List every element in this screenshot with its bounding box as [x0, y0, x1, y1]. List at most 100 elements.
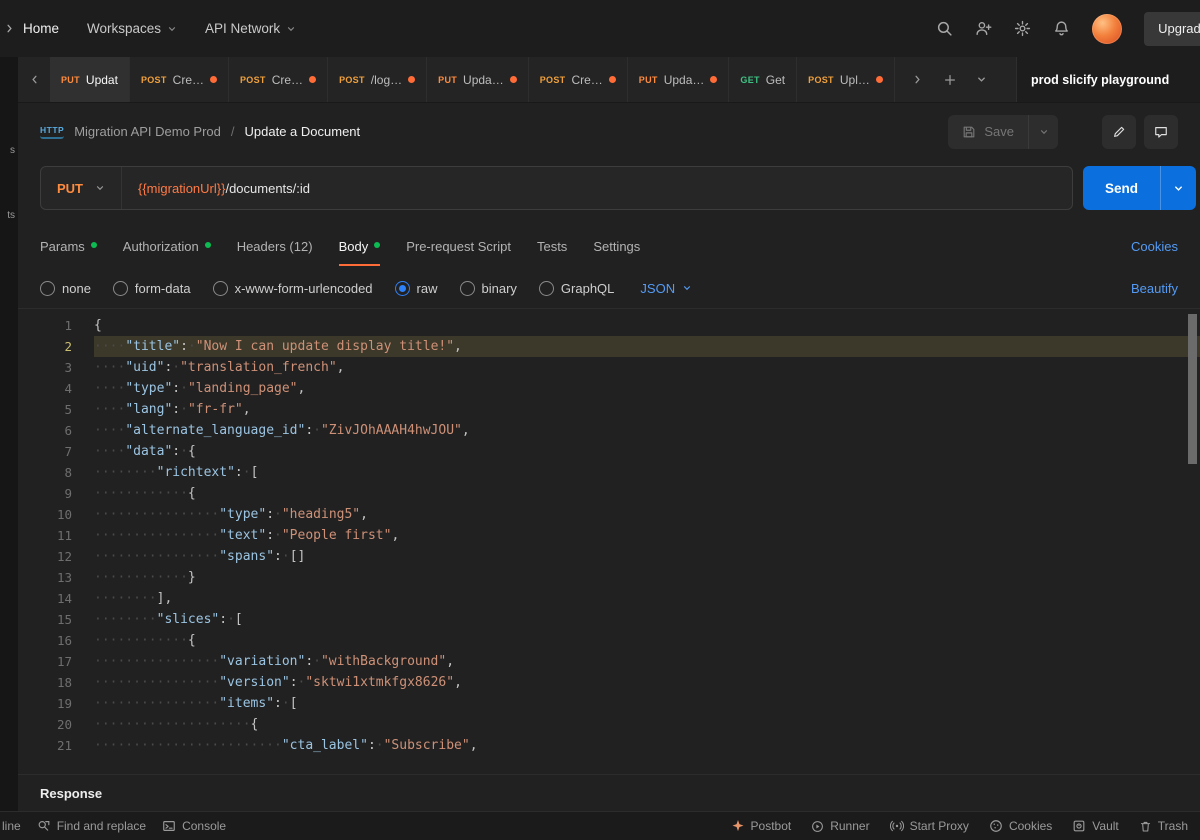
code-line[interactable]: 9············{ [18, 483, 1200, 504]
code-line[interactable]: 5····"lang":·"fr-fr", [18, 399, 1200, 420]
code-line[interactable]: 19················"items":·[ [18, 693, 1200, 714]
scroll-tabs-left-icon[interactable] [18, 57, 50, 102]
code-line[interactable]: 4····"type":·"landing_page", [18, 378, 1200, 399]
workspace-selector[interactable]: prod slicify playground [1016, 57, 1200, 102]
code-line[interactable]: 20····················{ [18, 714, 1200, 735]
settings-gear-icon[interactable] [1014, 20, 1031, 37]
body-type-graphql[interactable]: GraphQL [539, 281, 614, 296]
code-line[interactable]: 2····"title":·"Now I can update display … [18, 336, 1200, 357]
url-input[interactable]: {{migrationUrl}}/documents/:id [122, 181, 326, 196]
body-type-form-data[interactable]: form-data [113, 281, 191, 296]
comments-button[interactable] [1144, 115, 1178, 149]
body-type-none[interactable]: none [40, 281, 91, 296]
save-options-chevron-icon[interactable] [1028, 115, 1058, 149]
code-line[interactable]: 16············{ [18, 630, 1200, 651]
code-line[interactable]: 15········"slices":·[ [18, 609, 1200, 630]
method-selector[interactable]: PUT [41, 167, 122, 209]
request-tab[interactable]: PUTUpdat [50, 57, 130, 102]
nav-workspaces[interactable]: Workspaces [87, 21, 177, 36]
user-avatar[interactable] [1092, 14, 1122, 44]
statusbar-line[interactable]: line [2, 819, 21, 833]
code-line[interactable]: 17················"variation":·"withBack… [18, 651, 1200, 672]
body-type-binary[interactable]: binary [460, 281, 517, 296]
body-type-x-www-form-urlencoded[interactable]: x-www-form-urlencoded [213, 281, 373, 296]
notifications-bell-icon[interactable] [1053, 20, 1070, 37]
statusbar-console[interactable]: Console [162, 819, 226, 833]
request-tab[interactable]: POSTCre… [130, 57, 229, 102]
tab-title: Get [766, 73, 785, 87]
code-line[interactable]: 10················"type":·"heading5", [18, 504, 1200, 525]
subtab-settings[interactable]: Settings [593, 226, 640, 266]
tab-options-chevron-icon[interactable] [969, 67, 995, 93]
code-line[interactable]: 21························"cta_label":·"… [18, 735, 1200, 756]
beautify-link[interactable]: Beautify [1131, 281, 1178, 296]
send-button[interactable]: Send [1083, 166, 1160, 210]
code-line[interactable]: 14········], [18, 588, 1200, 609]
subtab-params[interactable]: Params [40, 226, 97, 266]
main-nav: Home Workspaces API Network [23, 21, 296, 36]
invite-user-icon[interactable] [975, 20, 992, 37]
breadcrumb-collection[interactable]: Migration API Demo Prod [74, 124, 221, 139]
statusbar-find-and-replace[interactable]: Find and replace [37, 819, 146, 833]
request-tab[interactable]: POST/log… [328, 57, 427, 102]
statusbar-vault[interactable]: Vault [1072, 819, 1118, 833]
subtab-headers-12[interactable]: Headers (12) [237, 226, 313, 266]
request-tab[interactable]: POSTCre… [229, 57, 328, 102]
line-number: 7 [18, 441, 94, 462]
statusbar-start-proxy[interactable]: Start Proxy [890, 819, 969, 833]
subtab-body[interactable]: Body [339, 226, 381, 266]
line-number: 15 [18, 609, 94, 630]
request-tab[interactable]: GETGet [729, 57, 797, 102]
statusbar-trash[interactable]: Trash [1139, 819, 1188, 833]
upgrade-button[interactable]: Upgrade [1144, 12, 1200, 46]
expand-sidebar-icon[interactable] [4, 23, 15, 34]
code-line[interactable]: 6····"alternate_language_id":·"ZivJOhAAA… [18, 420, 1200, 441]
subtab-authorization[interactable]: Authorization [123, 226, 211, 266]
request-tab[interactable]: PUTUpda… [628, 57, 730, 102]
code-line[interactable]: 13············} [18, 567, 1200, 588]
breadcrumb-request-name[interactable]: Update a Document [245, 124, 361, 139]
rename-request-button[interactable] [1102, 115, 1136, 149]
body-editor[interactable]: 1{2····"title":·"Now I can update displa… [18, 308, 1200, 774]
save-button[interactable]: Save [948, 115, 1028, 149]
response-section-header[interactable]: Response [18, 774, 1200, 811]
save-button-label: Save [984, 124, 1014, 139]
code-line[interactable]: 7····"data":·{ [18, 441, 1200, 462]
line-number: 8 [18, 462, 94, 483]
line-number: 9 [18, 483, 94, 504]
code-line[interactable]: 12················"spans":·[] [18, 546, 1200, 567]
statusbar-label: Vault [1092, 819, 1118, 833]
code-text: ············{ [94, 630, 1200, 651]
nav-api-network[interactable]: API Network [205, 21, 296, 36]
nav-home[interactable]: Home [23, 21, 59, 36]
code-line[interactable]: 1{ [18, 315, 1200, 336]
subtab-tests[interactable]: Tests [537, 226, 567, 266]
tab-method-label: PUT [438, 75, 457, 85]
request-tab[interactable]: POSTUpl… [797, 57, 895, 102]
statusbar-postbot[interactable]: Postbot [731, 819, 792, 833]
new-tab-icon[interactable] [937, 67, 963, 93]
send-options-chevron-icon[interactable] [1160, 166, 1196, 210]
tab-tools [895, 57, 1005, 102]
statusbar-runner[interactable]: Runner [811, 819, 869, 833]
code-line[interactable]: 8········"richtext":·[ [18, 462, 1200, 483]
comment-bubble-icon [1154, 125, 1168, 139]
request-tab[interactable]: PUTUpda… [427, 57, 529, 102]
scroll-tabs-right-icon[interactable] [905, 67, 931, 93]
statusbar-label: Postbot [751, 819, 792, 833]
search-icon[interactable] [936, 20, 953, 37]
statusbar-cookies[interactable]: Cookies [989, 819, 1052, 833]
code-line[interactable]: 18················"version":·"sktwi1xtmk… [18, 672, 1200, 693]
request-tab[interactable]: POSTCre… [529, 57, 628, 102]
code-line[interactable]: 11················"text":·"People first"… [18, 525, 1200, 546]
body-type-raw[interactable]: raw [395, 281, 438, 296]
code-line[interactable]: 3····"uid":·"translation_french", [18, 357, 1200, 378]
subtab-pre-request-script[interactable]: Pre-request Script [406, 226, 511, 266]
unsaved-changes-dot [609, 76, 616, 83]
code-text: ····"uid":·"translation_french", [94, 357, 1200, 378]
statusbar-left: line Find and replace Console [2, 819, 226, 833]
cookies-link[interactable]: Cookies [1131, 239, 1178, 254]
statusbar-label: Start Proxy [910, 819, 969, 833]
editor-scrollbar[interactable] [1188, 314, 1197, 464]
body-format-selector[interactable]: JSON [640, 281, 692, 296]
